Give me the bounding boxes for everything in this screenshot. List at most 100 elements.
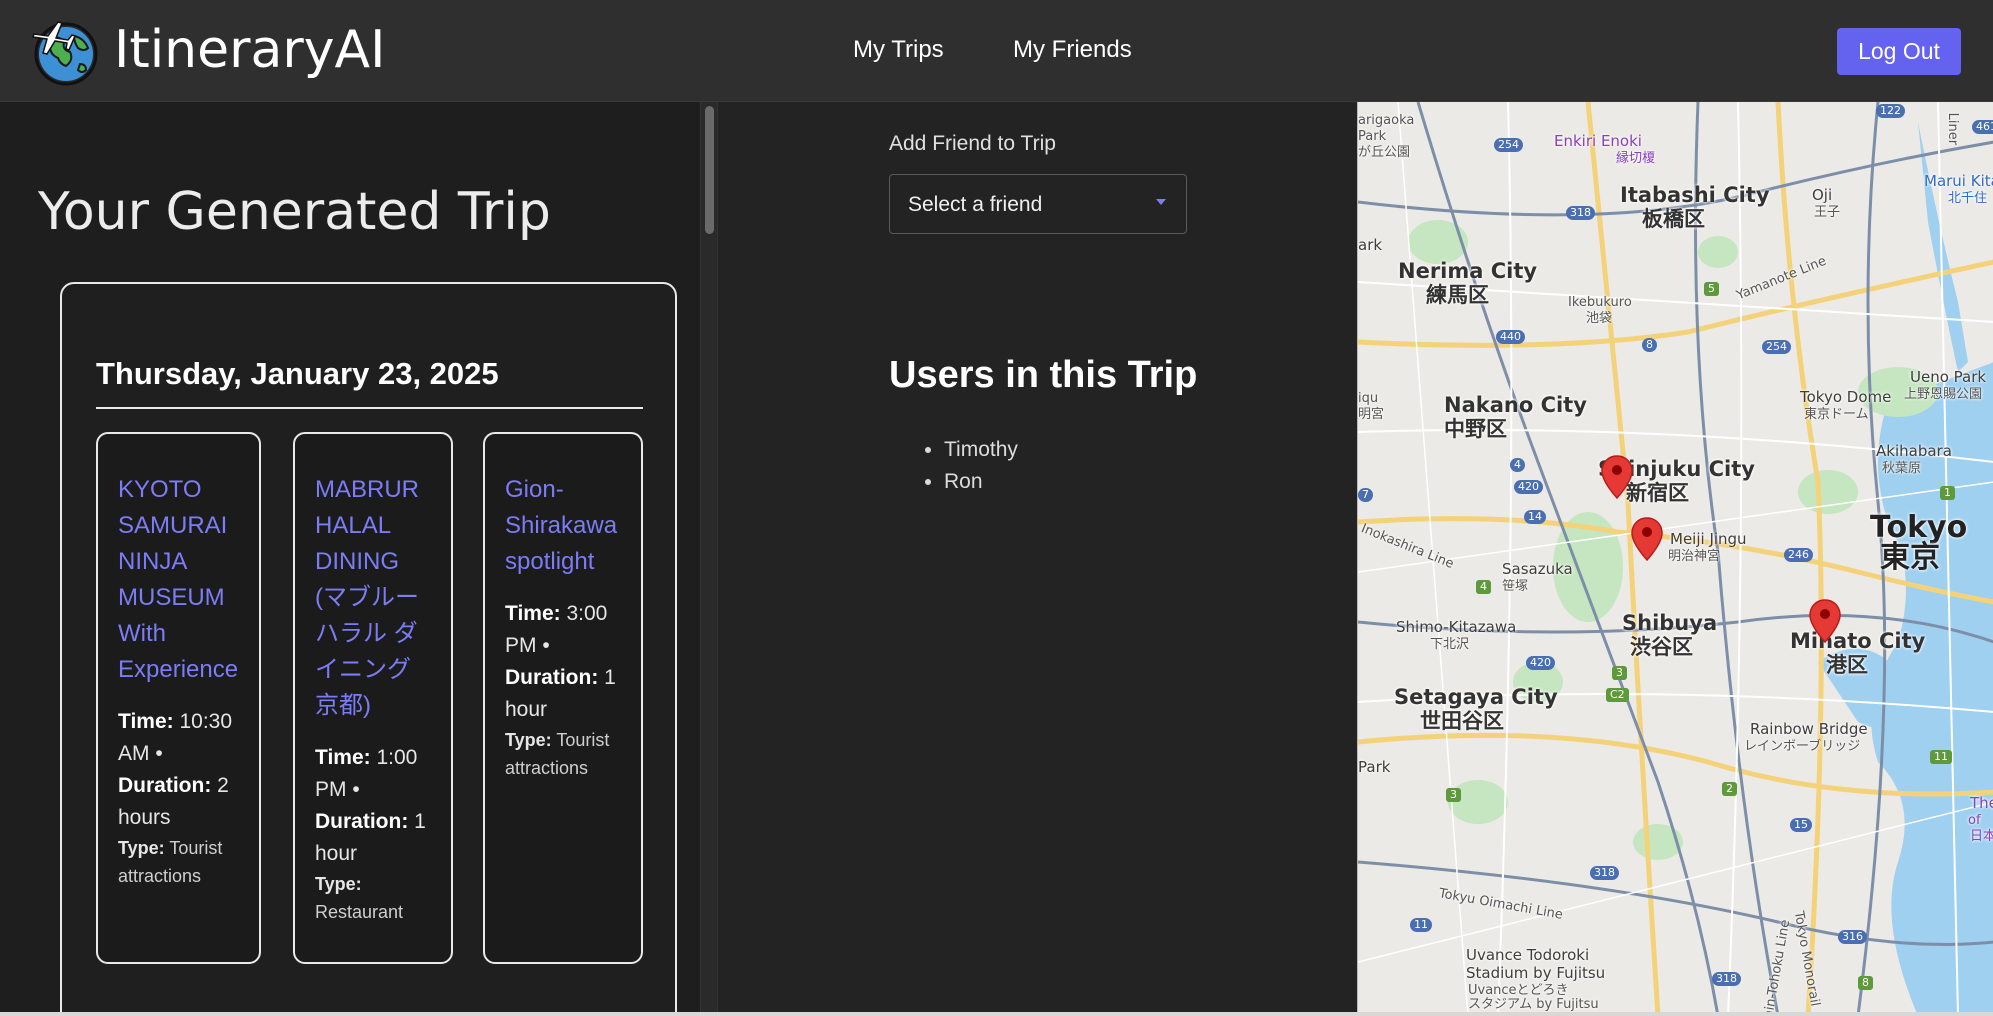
route-shield: 254 bbox=[1494, 138, 1523, 152]
map-label: Rainbow Bridge bbox=[1750, 720, 1868, 738]
trip-panel: Your Generated Trip Thursday, January 23… bbox=[0, 102, 700, 1016]
app-title[interactable]: ItineraryAI bbox=[114, 20, 385, 80]
route-shield: C2 bbox=[1606, 688, 1629, 702]
day-divider bbox=[96, 407, 643, 409]
time-label: Time: bbox=[505, 602, 561, 625]
map-label: レインボーブリッジ bbox=[1744, 739, 1861, 754]
activity-type: Restaurant bbox=[315, 902, 404, 922]
friend-select-value[interactable]: Select a friend bbox=[908, 193, 1042, 217]
route-shield: 246 bbox=[1784, 548, 1813, 562]
route-shield: 122 bbox=[1876, 104, 1905, 118]
map-label: 秋葉原 bbox=[1882, 461, 1922, 476]
map-label: 池袋 bbox=[1586, 311, 1613, 326]
route-shield: 8 bbox=[1642, 338, 1657, 352]
route-shield: 5 bbox=[1704, 282, 1719, 296]
map-label: Park bbox=[1358, 129, 1387, 144]
duration-label: Duration: bbox=[315, 810, 409, 833]
type-label: Type: bbox=[118, 838, 165, 858]
nav-my-trips-link[interactable]: My Trips bbox=[853, 36, 944, 64]
activity-name-link[interactable]: MABRUR HALAL DINING (マブルーハラル ダイニング 京都) bbox=[315, 472, 433, 724]
map-label: Itabashi City bbox=[1620, 183, 1770, 207]
route-shield: 8 bbox=[1858, 976, 1873, 990]
map-label: Liner bbox=[1945, 112, 1961, 146]
activity-type-row: Type: Tourist attractions bbox=[118, 834, 241, 890]
map-label: 縁切榎 bbox=[1616, 151, 1656, 166]
map-label: Oji bbox=[1812, 186, 1833, 204]
route-shield: 14 bbox=[1524, 510, 1546, 524]
route-shield: 1 bbox=[1940, 486, 1955, 500]
map-label: 日本 bbox=[1970, 829, 1993, 844]
map-pin-icon[interactable] bbox=[1808, 598, 1842, 644]
map-label: 渋谷区 bbox=[1630, 635, 1693, 659]
activity-type-row: Type: Restaurant bbox=[315, 870, 433, 926]
route-shield: 4 bbox=[1476, 580, 1491, 594]
friends-panel: Add Friend to Trip Select a friend Users… bbox=[718, 102, 1357, 1016]
nav-my-friends-link[interactable]: My Friends bbox=[1013, 36, 1132, 64]
type-label: Type: bbox=[505, 730, 552, 750]
map-label: 上野恩賜公園 bbox=[1904, 387, 1983, 402]
map-label: arigaoka bbox=[1358, 113, 1415, 128]
map-label: ark bbox=[1358, 236, 1383, 254]
map-label: 明治神宮 bbox=[1668, 549, 1721, 564]
route-shield: 3 bbox=[1612, 666, 1627, 680]
scrollbar-thumb[interactable] bbox=[705, 106, 714, 234]
map-label: が丘公園 bbox=[1358, 145, 1411, 160]
activity-card: KYOTO SAMURAI NINJA MUSEUM With Experien… bbox=[96, 432, 261, 964]
globe-airplane-logo-icon[interactable] bbox=[28, 14, 102, 88]
map-label: 王子 bbox=[1814, 205, 1841, 220]
window-bottom-edge bbox=[0, 1012, 1993, 1016]
map-label: Nakano City bbox=[1444, 393, 1587, 417]
chevron-down-icon[interactable] bbox=[1156, 199, 1166, 205]
map-label: Shibuya bbox=[1622, 611, 1718, 635]
route-shield: 420 bbox=[1526, 656, 1555, 670]
day-heading: Thursday, January 23, 2025 bbox=[96, 356, 499, 391]
map-label: Marui Kita bbox=[1924, 172, 1993, 190]
route-shield: 318 bbox=[1712, 972, 1741, 986]
map-label: Uvanceとどろき bbox=[1468, 983, 1569, 998]
activity-name-link[interactable]: KYOTO SAMURAI NINJA MUSEUM With Experien… bbox=[118, 472, 241, 688]
time-label: Time: bbox=[315, 746, 371, 769]
map-label: Uvance Todoroki bbox=[1466, 946, 1590, 964]
map-label: of bbox=[1968, 813, 1981, 828]
activity-card: MABRUR HALAL DINING (マブルーハラル ダイニング 京都) T… bbox=[293, 432, 453, 964]
map-label: Akihabara bbox=[1876, 442, 1952, 460]
page-title: Your Generated Trip bbox=[38, 182, 551, 242]
map-label: Sasazuka bbox=[1502, 560, 1573, 578]
map-label: Ueno Park bbox=[1910, 368, 1987, 386]
map-label: 東京ドーム bbox=[1804, 407, 1869, 422]
list-item: Timothy bbox=[944, 434, 1018, 466]
trip-panel-scrollbar[interactable] bbox=[700, 102, 718, 1016]
activity-card: Gion-Shirakawa spotlight Time: 3:00 PM •… bbox=[483, 432, 643, 964]
map-pin-icon[interactable] bbox=[1600, 454, 1634, 500]
map-label: スタジアム by Fujitsu bbox=[1468, 997, 1599, 1012]
list-item: Ron bbox=[944, 466, 1018, 498]
activity-details: Time: 1:00 PM • Duration: 1 hour Type: R… bbox=[315, 742, 433, 926]
route-shield: 7 bbox=[1358, 488, 1373, 502]
activity-name-link[interactable]: Gion-Shirakawa spotlight bbox=[505, 472, 623, 580]
users-title: Users in this Trip bbox=[889, 354, 1198, 396]
map-label: Meiji Jingu bbox=[1670, 530, 1747, 548]
map-label: Enkiri Enoki bbox=[1554, 132, 1642, 150]
type-label: Type: bbox=[315, 874, 362, 894]
time-label: Time: bbox=[118, 710, 174, 733]
logout-button[interactable]: Log Out bbox=[1837, 28, 1961, 75]
map-label: Ikebukuro bbox=[1568, 295, 1632, 310]
route-shield: 15 bbox=[1790, 818, 1812, 832]
route-shield: 3 bbox=[1446, 788, 1461, 802]
map-pin-icon[interactable] bbox=[1630, 516, 1664, 562]
map-view[interactable]: arigaoka Park が丘公園 Enkiri Enoki 縁切榎 Itab… bbox=[1357, 102, 1993, 1016]
friend-select[interactable]: Select a friend bbox=[889, 174, 1187, 234]
map-label: 下北沢 bbox=[1430, 637, 1470, 652]
route-shield: 2 bbox=[1722, 782, 1737, 796]
route-shield: 318 bbox=[1590, 866, 1619, 880]
map-label: Shimo-Kitazawa bbox=[1396, 618, 1517, 636]
map-label: iqu bbox=[1358, 391, 1379, 406]
add-friend-label: Add Friend to Trip bbox=[889, 132, 1056, 155]
map-label: Park bbox=[1358, 758, 1391, 776]
activity-details: Time: 10:30 AM • Duration: 2 hours Type:… bbox=[118, 706, 241, 890]
map-label: 板橋区 bbox=[1642, 207, 1705, 231]
map-label: 明宮 bbox=[1358, 407, 1385, 422]
route-shield: 4 bbox=[1510, 458, 1525, 472]
activity-type-row: Type: Tourist attractions bbox=[505, 726, 623, 782]
map-label: The bbox=[1970, 794, 1993, 812]
